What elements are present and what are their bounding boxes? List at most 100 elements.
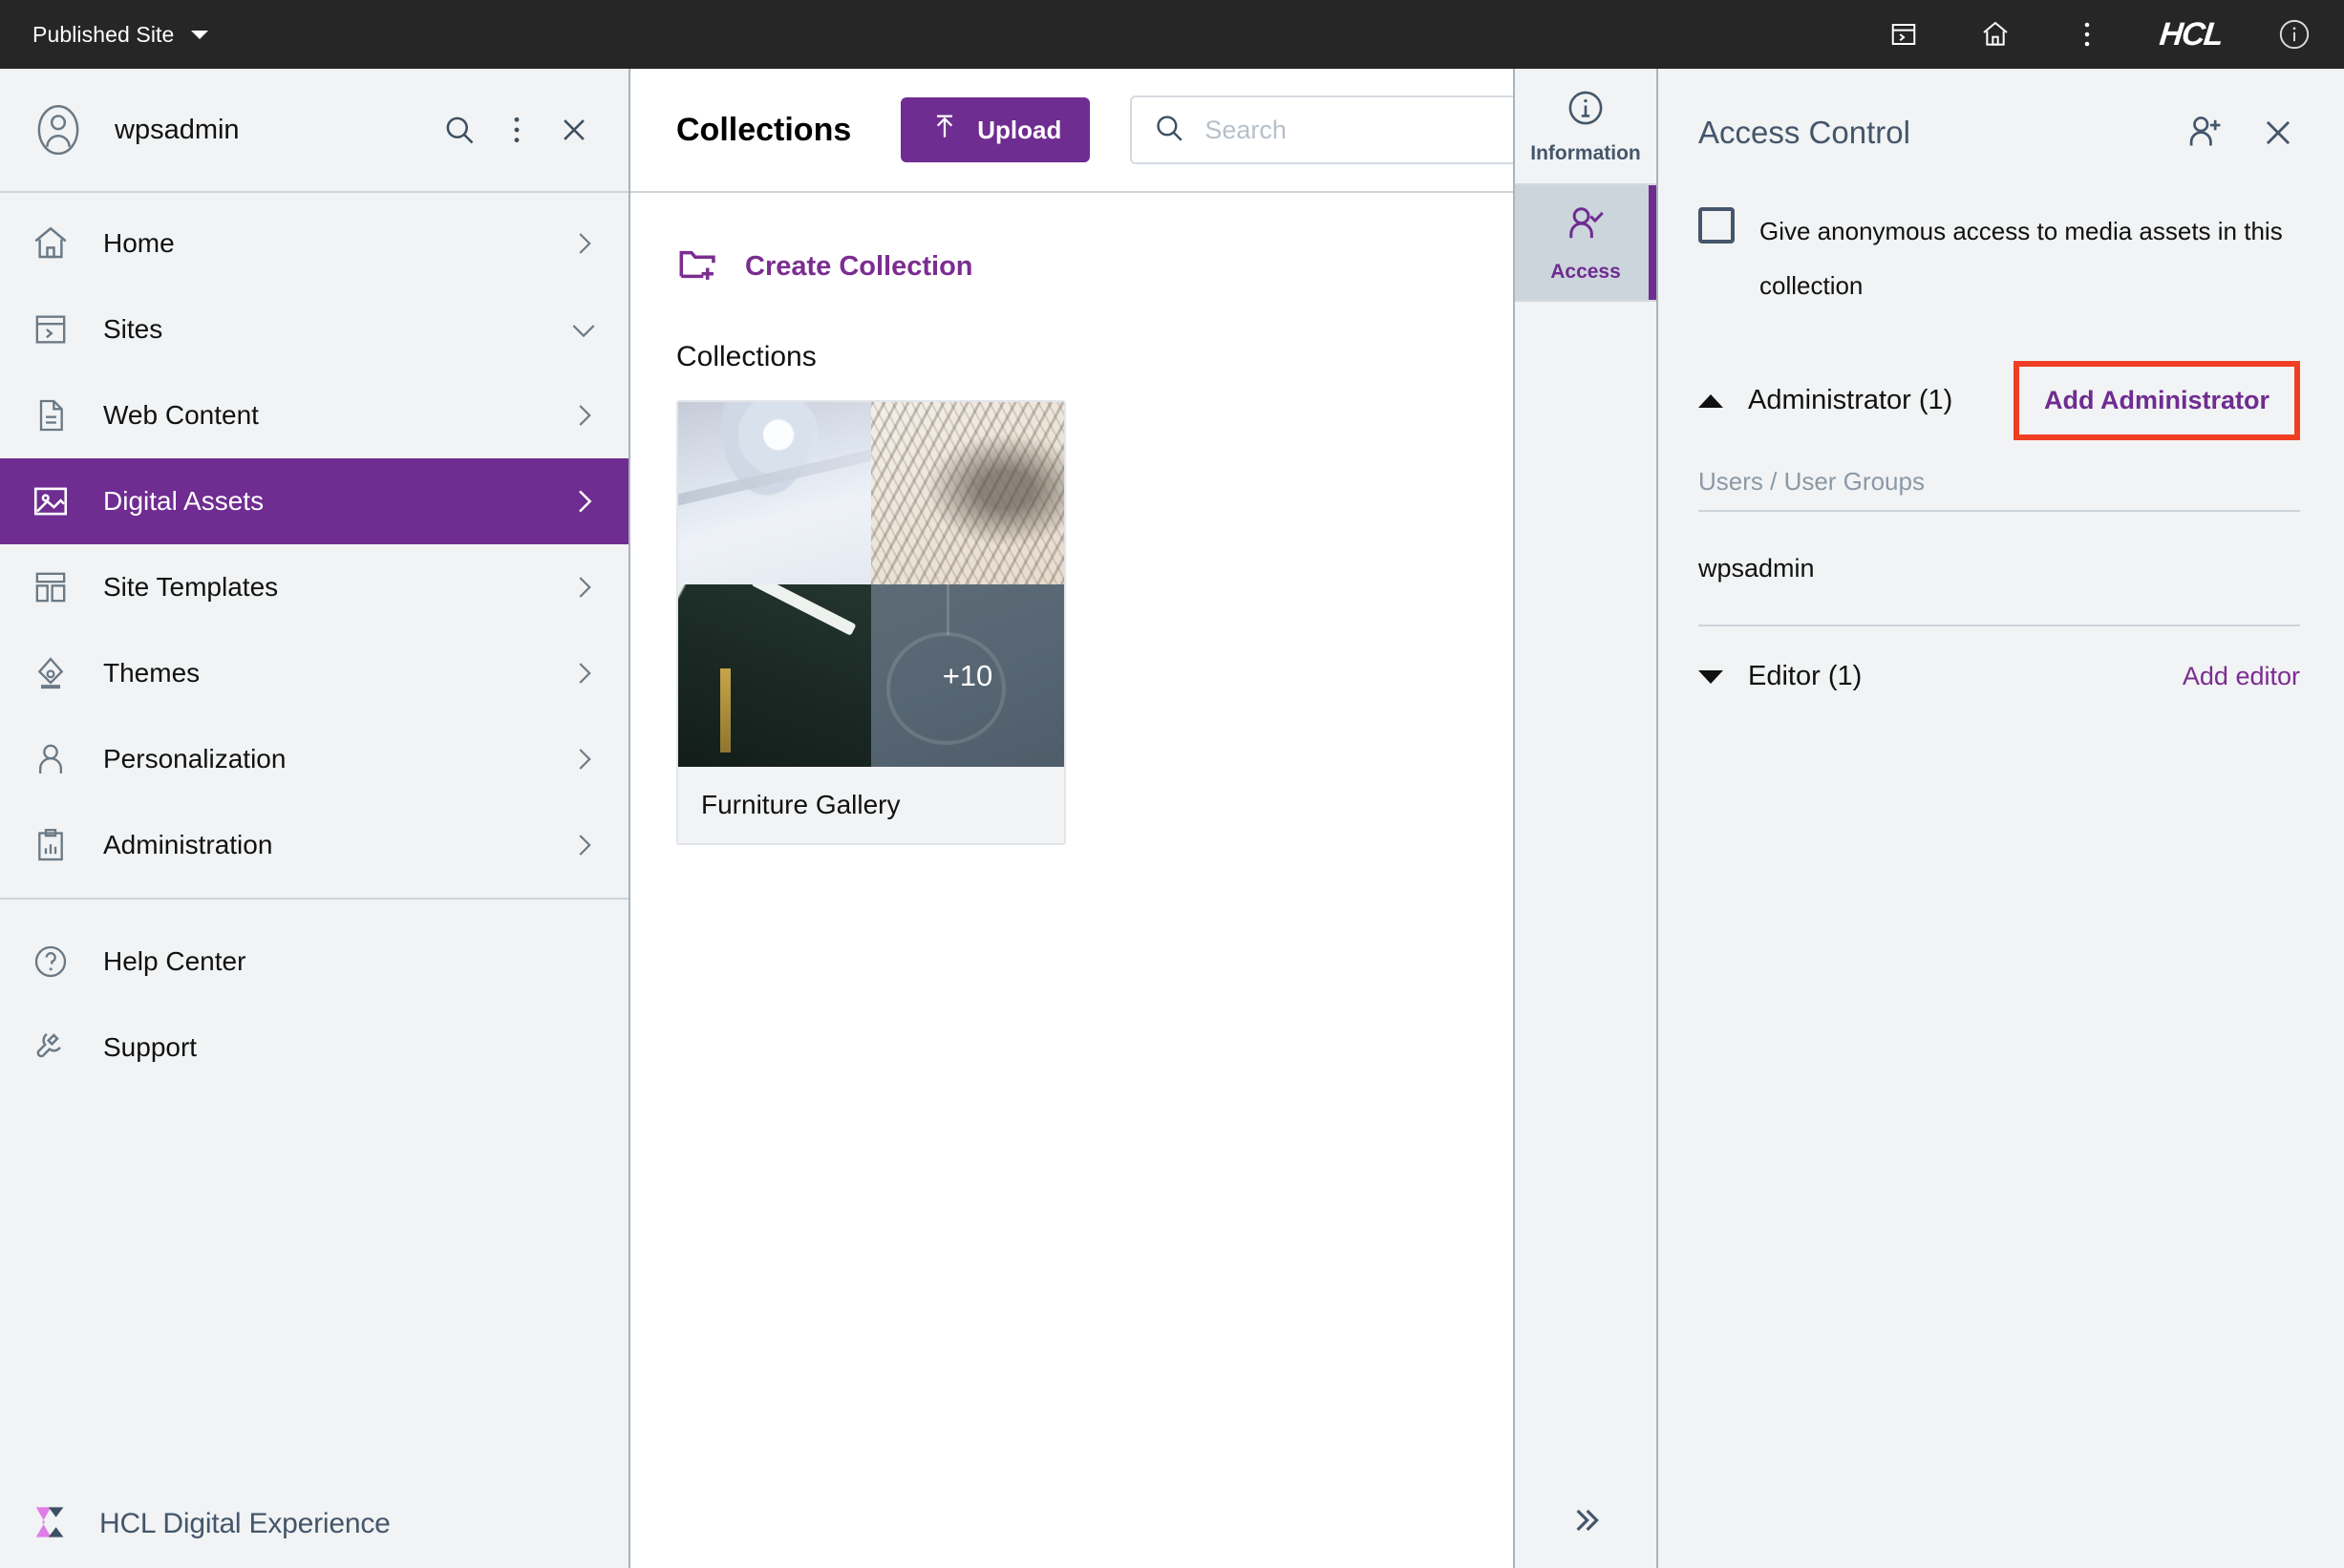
rail-spacer bbox=[1515, 302, 1656, 1476]
sidebar-item-label: Sites bbox=[103, 314, 537, 345]
panel-header: Access Control bbox=[1698, 111, 2300, 155]
sidebar-item-home[interactable]: Home bbox=[0, 201, 629, 286]
sidebar-item-label: Administration bbox=[103, 830, 537, 860]
chevron-right-icon bbox=[567, 571, 600, 604]
search-input[interactable] bbox=[1204, 116, 1543, 145]
access-control-panel: Access Control Give anonymous access to … bbox=[1658, 69, 2344, 1568]
folder-plus-icon bbox=[676, 243, 720, 291]
body-region: wpsadmin bbox=[0, 69, 2344, 1568]
panel-toggle-icon[interactable] bbox=[1885, 15, 1923, 53]
chevron-right-icon bbox=[567, 743, 600, 775]
sidebar-nav: Home Sites bbox=[0, 193, 629, 900]
kebab-menu-icon[interactable] bbox=[495, 108, 539, 152]
sidebar-item-themes[interactable]: Themes bbox=[0, 630, 629, 716]
search-icon[interactable] bbox=[437, 108, 481, 152]
sidebar-item-web-content[interactable]: Web Content bbox=[0, 372, 629, 458]
sidebar-item-label: Personalization bbox=[103, 744, 537, 774]
image-icon bbox=[29, 479, 73, 523]
anonymous-access-checkbox[interactable] bbox=[1698, 207, 1735, 244]
upload-button[interactable]: Upload bbox=[901, 97, 1090, 162]
home-icon bbox=[29, 222, 73, 265]
role-name-label: Administrator (1) bbox=[1748, 385, 2014, 416]
anonymous-access-row[interactable]: Give anonymous access to media assets in… bbox=[1698, 204, 2300, 313]
sidebar-item-help-center[interactable]: Help Center bbox=[0, 919, 629, 1005]
divider bbox=[1698, 625, 2300, 626]
close-icon[interactable] bbox=[2256, 111, 2300, 155]
hcl-dx-mark-icon bbox=[29, 1497, 78, 1552]
person-check-icon bbox=[1564, 202, 1608, 251]
page-title: Collections bbox=[676, 112, 851, 149]
sidebar-item-label: Digital Assets bbox=[103, 486, 537, 517]
create-collection-button[interactable]: Create Collection bbox=[676, 243, 1467, 291]
sidebar-item-digital-assets[interactable]: Digital Assets bbox=[0, 458, 629, 544]
collection-thumbnail-overflow: +10 bbox=[871, 584, 1064, 767]
users-groups-subheading: Users / User Groups bbox=[1698, 467, 2300, 497]
top-bar-actions: HCL bbox=[1885, 15, 2323, 53]
sidebar-item-administration[interactable]: Administration bbox=[0, 802, 629, 888]
sidebar-user-row: wpsadmin bbox=[0, 69, 629, 193]
sidebar-item-label: Site Templates bbox=[103, 572, 537, 603]
tab-label: Access bbox=[1550, 261, 1621, 284]
published-site-label: Published Site bbox=[32, 22, 174, 48]
chevron-right-icon bbox=[567, 829, 600, 861]
decorative-line bbox=[947, 584, 949, 635]
add-administrator-highlight: Add Administrator bbox=[2014, 361, 2300, 440]
collection-title: Furniture Gallery bbox=[701, 790, 901, 820]
expand-panel-button[interactable] bbox=[1515, 1476, 1656, 1568]
application-window: Published Site HCL bbox=[0, 0, 2344, 1568]
info-icon[interactable] bbox=[2275, 15, 2313, 53]
chevron-right-icon bbox=[567, 399, 600, 432]
sidebar-item-label: Themes bbox=[103, 658, 537, 689]
collections-area: Create Collection Collections +10 bbox=[630, 193, 1513, 1568]
sidebar-item-personalization[interactable]: Personalization bbox=[0, 716, 629, 802]
chevron-right-icon bbox=[567, 657, 600, 689]
collection-thumbnail bbox=[678, 584, 871, 767]
list-item[interactable]: wpsadmin bbox=[1698, 512, 2300, 625]
info-circle-icon bbox=[1566, 88, 1606, 133]
chevron-down-icon bbox=[567, 313, 600, 346]
upload-icon bbox=[929, 112, 960, 149]
kebab-menu-icon[interactable] bbox=[2068, 15, 2106, 53]
collection-thumbnail bbox=[678, 402, 871, 584]
sidebar-item-sites[interactable]: Sites bbox=[0, 286, 629, 372]
role-name-label: Editor (1) bbox=[1748, 661, 2183, 692]
sidebar-footer: HCL Digital Experience bbox=[0, 1480, 629, 1568]
sidebar-username: wpsadmin bbox=[115, 115, 424, 146]
layout-icon bbox=[29, 565, 73, 609]
question-circle-icon bbox=[29, 940, 73, 984]
role-header-editor: Editor (1) Add editor bbox=[1698, 661, 2300, 692]
collection-card[interactable]: +10 Furniture Gallery bbox=[676, 400, 1066, 845]
triangle-up-icon[interactable] bbox=[1698, 394, 1723, 408]
home-icon[interactable] bbox=[1976, 15, 2014, 53]
triangle-down-icon[interactable] bbox=[1698, 670, 1723, 684]
person-icon bbox=[29, 737, 73, 781]
top-bar: Published Site HCL bbox=[0, 0, 2344, 69]
double-chevron-right-icon bbox=[1566, 1501, 1605, 1544]
clipboard-chart-icon bbox=[29, 823, 73, 867]
add-user-icon[interactable] bbox=[2184, 111, 2227, 155]
sidebar-item-support[interactable]: Support bbox=[0, 1005, 629, 1091]
create-collection-label: Create Collection bbox=[745, 251, 973, 283]
tab-access[interactable]: Access bbox=[1515, 185, 1656, 302]
sidebar-item-label: Support bbox=[103, 1032, 197, 1063]
tab-information[interactable]: Information bbox=[1515, 69, 1656, 185]
sidebar-item-label: Help Center bbox=[103, 946, 245, 977]
left-sidebar: wpsadmin bbox=[0, 69, 630, 1568]
tab-label: Information bbox=[1530, 142, 1641, 165]
role-section-administrator: Administrator (1) Add Administrator User… bbox=[1698, 361, 2300, 626]
add-editor-button[interactable]: Add editor bbox=[2183, 662, 2300, 691]
sidebar-item-site-templates[interactable]: Site Templates bbox=[0, 544, 629, 630]
add-administrator-button[interactable]: Add Administrator bbox=[2044, 386, 2269, 414]
user-name-label: wpsadmin bbox=[1698, 554, 1815, 583]
chevron-right-icon bbox=[567, 485, 600, 518]
site-selector[interactable]: Published Site bbox=[32, 22, 208, 48]
chevron-right-icon bbox=[567, 227, 600, 260]
collection-card-caption: Furniture Gallery bbox=[678, 767, 1064, 843]
collections-section-heading: Collections bbox=[676, 341, 1467, 373]
content-toolbar: Collections Upload bbox=[630, 69, 1513, 193]
sidebar-item-label: Home bbox=[103, 228, 537, 259]
close-icon[interactable] bbox=[552, 108, 596, 152]
overflow-count-label: +10 bbox=[943, 659, 993, 693]
window-icon bbox=[29, 307, 73, 351]
sidebar-spacer bbox=[0, 1091, 629, 1480]
